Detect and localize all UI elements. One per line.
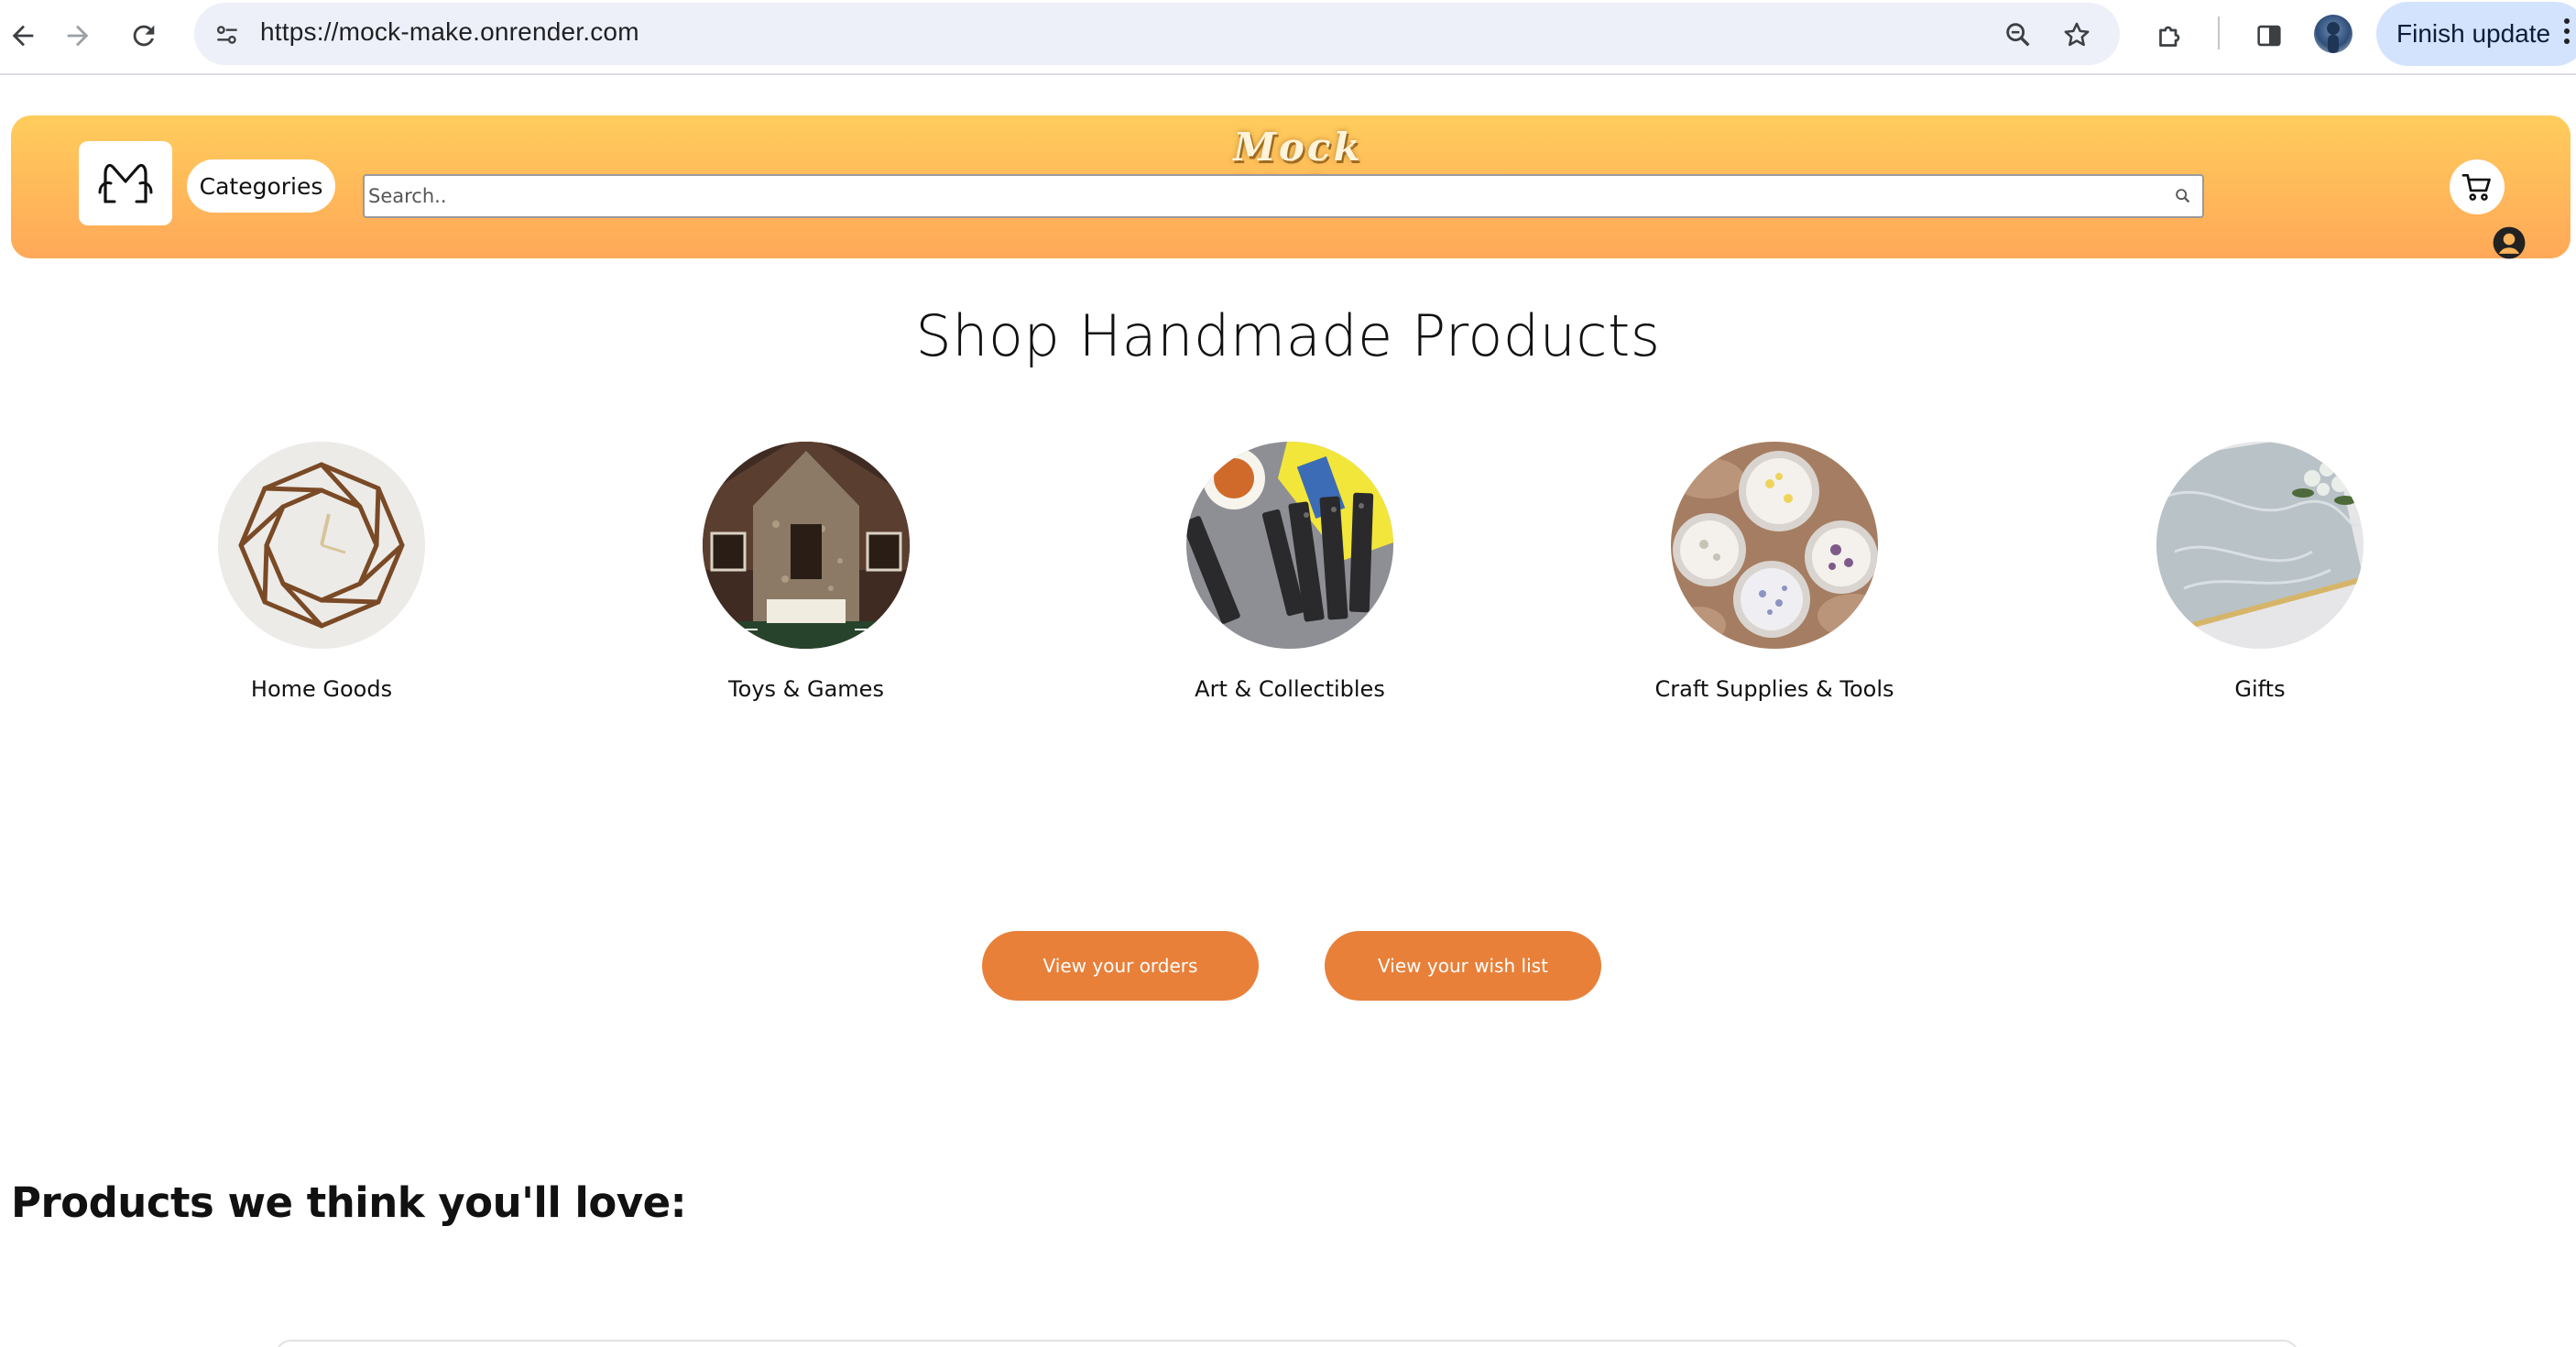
category-home-goods[interactable]: Home Goods bbox=[138, 442, 505, 702]
category-craft-supplies-tools[interactable]: Craft Supplies & Tools bbox=[1591, 442, 1958, 702]
bookmark-star-icon[interactable] bbox=[2058, 16, 2096, 54]
view-wish-list-label: View your wish list bbox=[1378, 955, 1548, 977]
art-collectibles-image[interactable] bbox=[1186, 442, 1393, 649]
site-header: Mock Make Categories bbox=[11, 115, 2571, 260]
toys-games-image[interactable] bbox=[703, 442, 910, 649]
address-bar[interactable]: https://mock-make.onrender.com bbox=[194, 3, 2120, 65]
reload-button[interactable] bbox=[121, 13, 167, 59]
user-account-icon[interactable] bbox=[2492, 225, 2527, 260]
finish-update-label: Finish update bbox=[2396, 19, 2551, 48]
mock-make-logo-icon bbox=[98, 163, 153, 203]
category-label: Art & Collectibles bbox=[1195, 676, 1385, 702]
category-label: Craft Supplies & Tools bbox=[1654, 676, 1894, 702]
category-toys-games[interactable]: Toys & Games bbox=[623, 442, 989, 702]
back-icon bbox=[12, 25, 34, 47]
search-input[interactable] bbox=[366, 178, 2162, 214]
category-label: Gifts bbox=[2234, 676, 2286, 702]
profile-avatar[interactable] bbox=[2314, 15, 2352, 53]
finish-update-button[interactable]: Finish update bbox=[2376, 2, 2576, 66]
categories-label: Categories bbox=[199, 172, 323, 200]
extensions-icon[interactable] bbox=[2147, 13, 2193, 59]
search-icon[interactable] bbox=[2173, 186, 2193, 206]
zoom-icon[interactable] bbox=[1999, 16, 2037, 54]
cart-icon bbox=[2461, 173, 2491, 201]
menu-icon[interactable] bbox=[2561, 18, 2572, 51]
recommended-products-heading: Products we think you'll love: bbox=[11, 1178, 687, 1227]
side-panel-icon[interactable] bbox=[2246, 13, 2292, 59]
page-title: Shop Handmade Products bbox=[915, 302, 1661, 369]
toolbar-divider bbox=[2218, 16, 2220, 49]
cart-button[interactable] bbox=[2450, 159, 2505, 214]
forward-icon bbox=[67, 25, 89, 47]
view-orders-button[interactable]: View your orders bbox=[982, 931, 1259, 1001]
reload-icon bbox=[133, 25, 155, 47]
recommended-products-carousel bbox=[275, 1340, 2299, 1347]
url-text[interactable]: https://mock-make.onrender.com bbox=[260, 17, 639, 47]
craft-supplies-tools-image[interactable] bbox=[1671, 442, 1878, 649]
gifts-image[interactable] bbox=[2156, 442, 2363, 649]
browser-toolbar: https://mock-make.onrender.com Finish up… bbox=[0, 0, 2576, 75]
category-gifts[interactable]: Gifts bbox=[2077, 442, 2443, 702]
category-art-collectibles[interactable]: Art & Collectibles bbox=[1107, 442, 1473, 702]
view-orders-label: View your orders bbox=[1042, 955, 1198, 977]
search-box bbox=[363, 174, 2204, 218]
site-logo[interactable] bbox=[79, 141, 172, 225]
category-label: Toys & Games bbox=[728, 676, 884, 702]
forward-button[interactable] bbox=[55, 13, 101, 59]
view-wish-list-button[interactable]: View your wish list bbox=[1325, 931, 1601, 1001]
category-label: Home Goods bbox=[250, 676, 393, 702]
home-goods-image[interactable] bbox=[218, 442, 425, 649]
categories-button[interactable]: Categories bbox=[187, 159, 335, 213]
back-button[interactable] bbox=[0, 13, 46, 59]
site-info-icon[interactable] bbox=[207, 15, 247, 55]
